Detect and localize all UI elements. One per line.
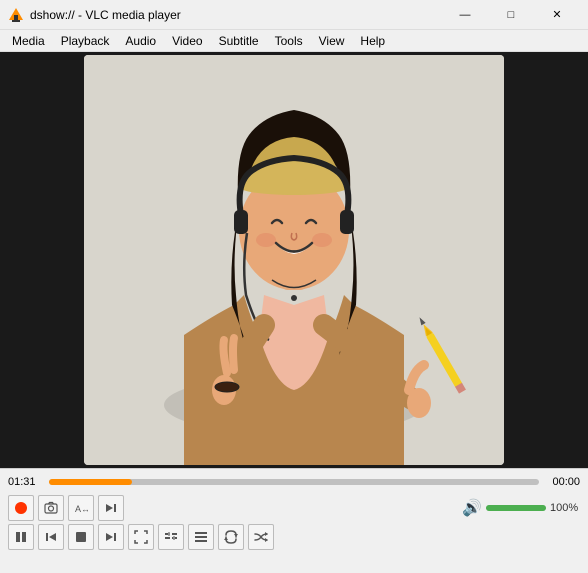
- video-frame: [84, 55, 504, 465]
- video-area: [0, 52, 588, 468]
- snapshot-button[interactable]: [38, 495, 64, 521]
- time-total: 00:00: [545, 476, 580, 488]
- controls-row-2: [8, 524, 580, 550]
- time-row: 01:31 00:00: [8, 473, 580, 491]
- menu-item-help[interactable]: Help: [352, 32, 393, 50]
- next-icon: [104, 530, 118, 544]
- maximize-button[interactable]: □: [488, 0, 534, 30]
- menu-item-subtitle[interactable]: Subtitle: [211, 32, 267, 50]
- menu-item-view[interactable]: View: [311, 32, 353, 50]
- menu-item-audio[interactable]: Audio: [117, 32, 164, 50]
- play-pause-button[interactable]: [8, 524, 34, 550]
- seek-bar[interactable]: [49, 479, 539, 485]
- next-button[interactable]: [98, 524, 124, 550]
- volume-icon[interactable]: 🔊: [462, 498, 482, 518]
- menu-item-tools[interactable]: Tools: [267, 32, 311, 50]
- app-icon: [8, 7, 24, 23]
- video-content: [0, 52, 588, 468]
- shuffle-icon: [254, 530, 268, 544]
- close-button[interactable]: ✕: [534, 0, 580, 30]
- pause-icon: [14, 530, 28, 544]
- stop-icon: [74, 530, 88, 544]
- stop-button[interactable]: [68, 524, 94, 550]
- frame-next-icon: [104, 501, 118, 515]
- loop-button[interactable]: [218, 524, 244, 550]
- menu-item-video[interactable]: Video: [164, 32, 210, 50]
- controls-area: 01:31 00:00 A↔B: [0, 468, 588, 573]
- menu-bar: MediaPlaybackAudioVideoSubtitleToolsView…: [0, 30, 588, 52]
- time-current: 01:31: [8, 476, 43, 488]
- loop-ab-button[interactable]: A↔B: [68, 495, 94, 521]
- svg-text:A↔B: A↔B: [75, 504, 88, 514]
- minimize-button[interactable]: —: [442, 0, 488, 30]
- playlist-button[interactable]: [188, 524, 214, 550]
- record-dot: [15, 502, 27, 514]
- volume-area: 🔊 100%: [462, 498, 580, 518]
- seek-bar-fill: [49, 479, 132, 485]
- shuffle-button[interactable]: [248, 524, 274, 550]
- snapshot-icon: [44, 501, 58, 515]
- controls-row-1: A↔B 🔊 100%: [8, 495, 580, 521]
- volume-label: 100%: [550, 502, 580, 514]
- title-text: dshow:// - VLC media player: [30, 8, 442, 22]
- menu-item-playback[interactable]: Playback: [53, 32, 118, 50]
- frame-next-button[interactable]: [98, 495, 124, 521]
- previous-icon: [44, 530, 58, 544]
- title-bar: dshow:// - VLC media player — □ ✕: [0, 0, 588, 30]
- window-controls: — □ ✕: [442, 0, 580, 30]
- record-button[interactable]: [8, 495, 34, 521]
- previous-button[interactable]: [38, 524, 64, 550]
- extended-settings-button[interactable]: [158, 524, 184, 550]
- fullscreen-button[interactable]: [128, 524, 154, 550]
- loop-ab-icon: A↔B: [74, 501, 88, 515]
- volume-bar-fill: [486, 505, 546, 511]
- loop-icon: [224, 530, 238, 544]
- extended-icon: [164, 530, 178, 544]
- video-person: [84, 55, 504, 465]
- menu-item-media[interactable]: Media: [4, 32, 53, 50]
- fullscreen-icon: [134, 530, 148, 544]
- volume-bar[interactable]: [486, 505, 546, 511]
- playlist-icon: [194, 530, 208, 544]
